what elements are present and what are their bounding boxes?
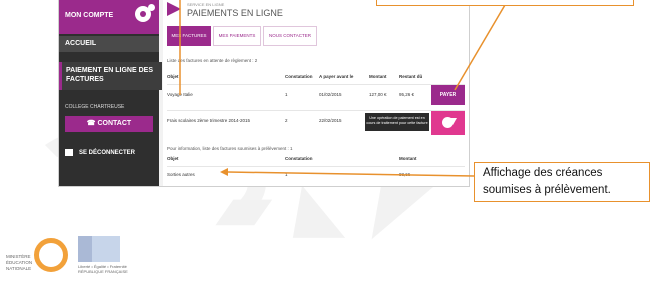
education-logo: MINISTÈRE ÉDUCATION NATIONALE — [6, 238, 76, 280]
callout-arrowhead — [220, 168, 228, 176]
marianne-emblem — [78, 236, 120, 262]
republic-logo-text: Liberté • Égalité • Fraternité RÉPUBLIQU… — [78, 264, 128, 274]
annotation-callout: Affichage des créances soumises à prélèv… — [474, 162, 650, 202]
callout-line-top-right — [454, 4, 506, 91]
republic-logo: Liberté • Égalité • Fraternité RÉPUBLIQU… — [78, 236, 148, 280]
education-logo-text: MINISTÈRE ÉDUCATION NATIONALE — [6, 254, 33, 271]
callout-top — [376, 0, 634, 6]
callout-line-bottom — [227, 171, 475, 177]
